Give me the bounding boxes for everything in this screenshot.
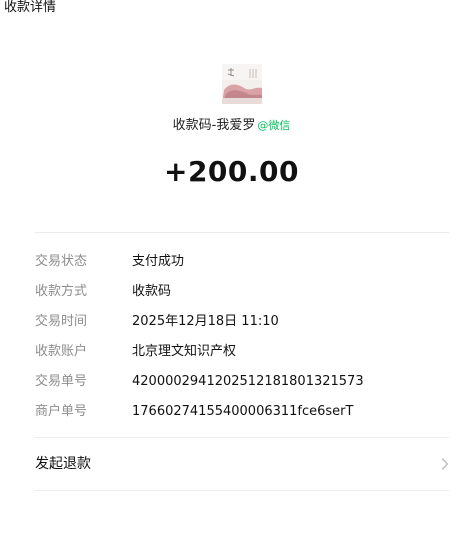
detail-value: 17660274155400006311fce6serT [132,404,354,419]
page-title: 收款详情 [4,0,57,15]
detail-value: 支付成功 [132,254,185,269]
detail-row-account: 收款账户 北京理文知识产权 [35,342,449,362]
refund-button[interactable]: 发起退款 [35,452,449,476]
payee-name: 收款码-我爱罗 [172,118,256,133]
payee-source: 微信 [268,119,291,132]
detail-row-merchant-id: 商户单号 17660274155400006311fce6serT [35,402,449,422]
divider-middle [35,437,449,438]
detail-row-transaction-id: 交易单号 4200002941202512181801321573 [35,372,449,392]
payee-line: 收款码-我爱罗 @微信 [0,118,463,134]
chevron-right-icon [441,458,449,470]
divider-bottom [35,490,449,491]
detail-label: 商户单号 [35,404,88,419]
detail-value: 北京理文知识产权 [132,344,237,359]
detail-label: 收款账户 [35,344,88,359]
divider-top [35,232,449,233]
detail-label: 交易时间 [35,314,88,329]
detail-value: 2025年12月18日 11:10 [132,314,279,329]
detail-label: 收款方式 [35,284,88,299]
detail-label: 交易状态 [35,254,88,269]
detail-value: 收款码 [132,284,172,299]
at-symbol: @ [257,119,269,132]
refund-label: 发起退款 [35,456,91,472]
avatar [222,64,262,104]
detail-row-status: 交易状态 支付成功 [35,252,449,272]
detail-row-time: 交易时间 2025年12月18日 11:10 [35,312,449,332]
detail-value: 4200002941202512181801321573 [132,374,364,389]
detail-label: 交易单号 [35,374,88,389]
detail-row-method: 收款方式 收款码 [35,282,449,302]
amount: +200.00 [163,155,299,188]
avatar-image [222,64,262,104]
